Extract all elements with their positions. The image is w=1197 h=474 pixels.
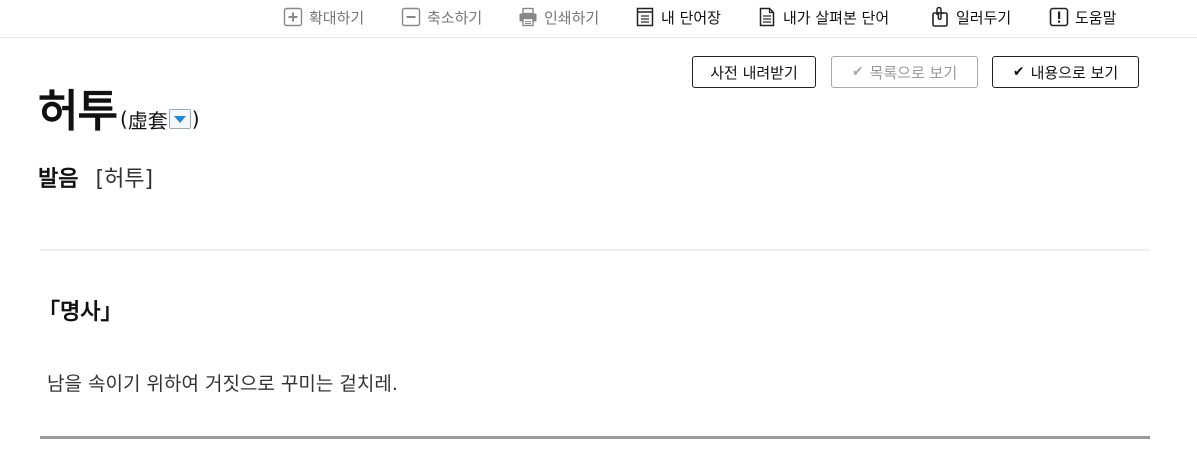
download-dictionary-label: 사전 내려받기 bbox=[710, 63, 798, 82]
top-toolbar: 확대하기 축소하기 인쇄하기 내 단어장 내가 살펴본 단어 일러두기 도움말 bbox=[0, 0, 1197, 38]
list-view-button[interactable]: ✔ 목록으로 보기 bbox=[831, 56, 978, 88]
guide-button[interactable]: 일러두기 bbox=[930, 5, 1011, 29]
help-button[interactable]: 도움말 bbox=[1049, 5, 1116, 29]
viewed-words-button[interactable]: 내가 살펴본 단어 bbox=[757, 5, 889, 29]
help-icon bbox=[1049, 7, 1069, 27]
entry-headword: 허투 ( 虛套 ) bbox=[38, 75, 200, 139]
pronunciation-value: [허투] bbox=[95, 167, 154, 192]
entry-bottom-divider bbox=[40, 436, 1150, 439]
printer-icon bbox=[518, 7, 538, 27]
pronunciation-row: 발음 [허투] bbox=[38, 161, 153, 193]
hanja-group: ( 虛套 ) bbox=[120, 105, 200, 134]
zoom-out-label: 축소하기 bbox=[427, 8, 483, 27]
part-of-speech: 「명사」 bbox=[38, 300, 123, 325]
check-icon: ✔ bbox=[1012, 64, 1025, 80]
vocabulary-book-icon bbox=[635, 7, 655, 27]
section-divider bbox=[40, 249, 1150, 251]
zoom-in-button[interactable]: 확대하기 bbox=[283, 5, 364, 29]
hanja-close-paren: ) bbox=[191, 107, 200, 131]
hanja-text: 虛套 bbox=[127, 108, 168, 133]
list-view-label: 목록으로 보기 bbox=[869, 63, 958, 82]
check-icon: ✔ bbox=[851, 64, 864, 80]
definition-text: 남을 속이기 위하여 거짓으로 꾸미는 겉치레. bbox=[47, 373, 398, 395]
zoom-out-button[interactable]: 축소하기 bbox=[401, 5, 482, 29]
clipboard-icon bbox=[930, 7, 950, 27]
hanja-dropdown-button[interactable] bbox=[168, 109, 191, 129]
zoom-in-label: 확대하기 bbox=[309, 8, 365, 27]
viewed-words-label: 내가 살펴본 단어 bbox=[783, 8, 890, 27]
my-vocabulary-button[interactable]: 내 단어장 bbox=[635, 5, 721, 29]
zoom-out-icon bbox=[401, 7, 421, 27]
content-view-button[interactable]: ✔ 내용으로 보기 bbox=[992, 56, 1139, 88]
hanja-open-paren: ( bbox=[119, 107, 128, 131]
guide-label: 일러두기 bbox=[956, 8, 1012, 27]
document-icon bbox=[757, 7, 777, 27]
download-dictionary-button[interactable]: 사전 내려받기 bbox=[692, 56, 816, 88]
print-button[interactable]: 인쇄하기 bbox=[518, 5, 599, 29]
my-vocabulary-label: 내 단어장 bbox=[661, 8, 721, 27]
help-label: 도움말 bbox=[1075, 8, 1117, 27]
headword-text: 허투 bbox=[38, 86, 118, 137]
content-view-label: 내용으로 보기 bbox=[1030, 63, 1119, 82]
zoom-in-icon bbox=[283, 7, 303, 27]
print-label: 인쇄하기 bbox=[544, 8, 600, 27]
pronunciation-label: 발음 bbox=[38, 167, 79, 192]
triangle-down-icon bbox=[173, 115, 186, 123]
